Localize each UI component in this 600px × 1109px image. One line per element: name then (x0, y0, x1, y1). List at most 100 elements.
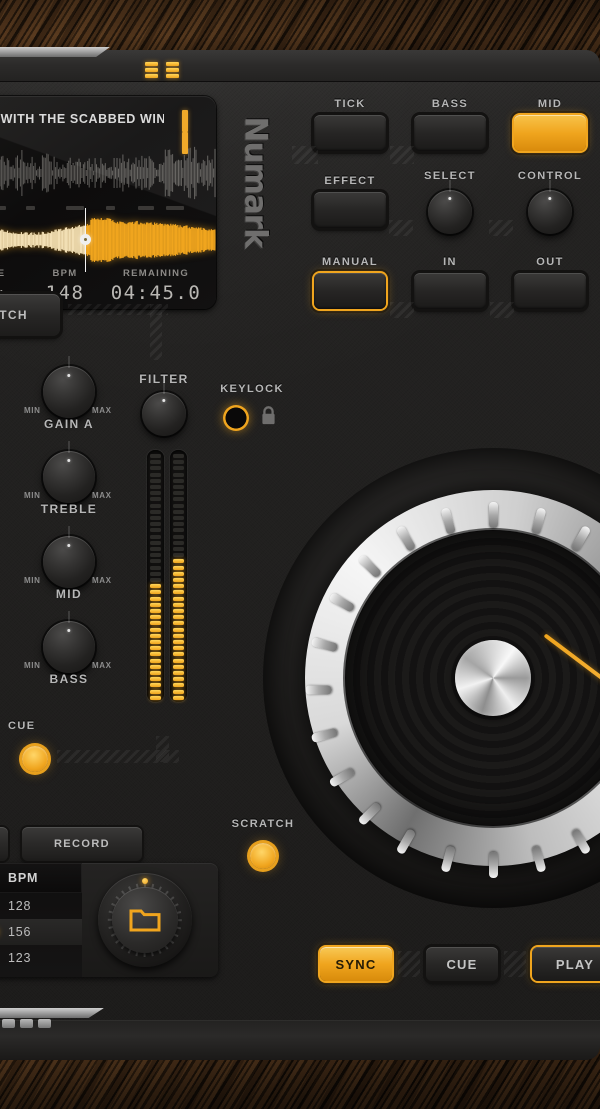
bpm-list[interactable]: BPM 128 156 123 (0, 863, 82, 977)
chassis-foot-nub (20, 1019, 33, 1028)
sync-button[interactable]: SYNC (320, 947, 392, 981)
knob-indicator-line (68, 526, 70, 538)
vu-segment (150, 516, 161, 520)
out-button[interactable] (514, 273, 586, 309)
hatch-decoration (292, 146, 318, 164)
vu-segment (173, 522, 184, 526)
numark-logo-text: Numark (238, 116, 274, 247)
tick-button-label: TICK (314, 98, 386, 110)
vu-segment (150, 528, 161, 532)
bpm-list-item-value: 128 (8, 899, 31, 913)
knob-indicator-line (549, 180, 551, 192)
browse-knob-dial[interactable] (112, 887, 178, 953)
treble-label: TREBLE (30, 502, 108, 516)
folder-icon (129, 907, 161, 933)
gain-a-min-label: MIN (24, 406, 40, 415)
vu-segment (173, 578, 184, 582)
mid-button[interactable] (514, 115, 586, 151)
in-button-cell: IN (414, 256, 486, 309)
hatch-decoration (150, 304, 162, 360)
record-button-partial-left[interactable] (0, 827, 8, 861)
vu-segment (173, 584, 184, 588)
vu-segment (150, 683, 161, 687)
cue-button[interactable]: CUE (426, 947, 498, 981)
vu-segment (173, 504, 184, 508)
play-button[interactable]: PLAY (532, 947, 600, 981)
treble-knob[interactable] (43, 451, 95, 503)
hatch-decoration (489, 220, 513, 236)
vu-segment (150, 473, 161, 477)
manual-button[interactable] (314, 273, 386, 309)
mid-label: MID (30, 587, 108, 601)
mid-knob[interactable] (43, 536, 95, 588)
record-button[interactable]: RECORD (22, 827, 142, 861)
jog-wheel-needle (544, 633, 600, 701)
treble-min-label: MIN (24, 491, 40, 500)
jog-wheel[interactable] (233, 418, 600, 938)
browse-knob-position-dot (142, 878, 148, 884)
vu-segment (173, 553, 184, 557)
hatch-decoration (398, 951, 420, 977)
mid-button-cell: MID (514, 98, 586, 151)
track-display-panel[interactable]: ANGEL WITH THE SCABBED WINGS RANGE 25% B… (0, 96, 216, 309)
jog-wheel-hub[interactable] (455, 640, 531, 716)
gain-a-knob[interactable] (43, 366, 95, 418)
vu-segment (150, 671, 161, 675)
knob-indicator-line (68, 441, 70, 453)
browse-knob[interactable] (98, 873, 192, 967)
screen-root: ANGEL WITH THE SCABBED WINGS RANGE 25% B… (0, 0, 600, 1109)
vu-segment (173, 652, 184, 656)
vu-segment (173, 640, 184, 644)
vu-segment (173, 510, 184, 514)
knob-indicator-line (449, 180, 451, 192)
hatch-decoration (390, 146, 414, 164)
treble-knob-cell (40, 451, 98, 503)
playhead-marker[interactable] (80, 234, 91, 245)
hatch-decoration (156, 736, 169, 762)
bass-knob[interactable] (43, 621, 95, 673)
metal-edge-tab-top (0, 47, 110, 57)
mini-led-column (166, 62, 179, 80)
waveform-overview[interactable] (0, 142, 216, 204)
vu-segment (173, 683, 184, 687)
vu-segment (150, 454, 161, 458)
effect-button-cell: EFFECT (314, 175, 386, 228)
mid-knob-cell (40, 536, 98, 588)
tick-button[interactable] (314, 115, 386, 151)
vu-segment (173, 665, 184, 669)
bass-button-cell: BASS (414, 98, 486, 151)
vu-segment (150, 504, 161, 508)
filter-knob[interactable] (142, 392, 186, 436)
bpm-list-item-value: 156 (8, 925, 31, 939)
select-knob[interactable] (428, 190, 472, 234)
vu-segment (150, 522, 161, 526)
dj-controller-body: ANGEL WITH THE SCABBED WINGS RANGE 25% B… (0, 50, 600, 1060)
vu-meter-left (147, 450, 164, 702)
vu-segment (150, 640, 161, 644)
bass-max-label: MAX (92, 661, 112, 670)
vu-segment (150, 553, 161, 557)
bpm-list-item[interactable]: 123 (0, 945, 82, 971)
cue-led[interactable] (22, 746, 48, 772)
vu-segment (150, 510, 161, 514)
stat-remaining-label: REMAINING (100, 268, 212, 279)
jog-tick-mark (489, 502, 498, 528)
vu-segment (173, 559, 184, 563)
waveform-zoom[interactable] (0, 218, 216, 262)
vu-segment (173, 491, 184, 495)
effect-button[interactable] (314, 192, 386, 228)
bpm-list-item-selected[interactable]: 156 (0, 919, 82, 945)
pause-icon[interactable] (182, 110, 200, 132)
tick-button-cell: TICK (314, 98, 386, 151)
cue-led-label: CUE (8, 720, 54, 732)
in-button[interactable] (414, 273, 486, 309)
bpm-list-item[interactable]: 128 (0, 893, 82, 919)
numark-logo: Numark (236, 102, 276, 262)
bass-button[interactable] (414, 115, 486, 151)
vu-segment (150, 491, 161, 495)
vu-segment (173, 590, 184, 594)
vu-segment (173, 466, 184, 470)
vu-segment (150, 677, 161, 681)
control-knob[interactable] (528, 190, 572, 234)
match-button[interactable]: ATCH (0, 294, 60, 336)
